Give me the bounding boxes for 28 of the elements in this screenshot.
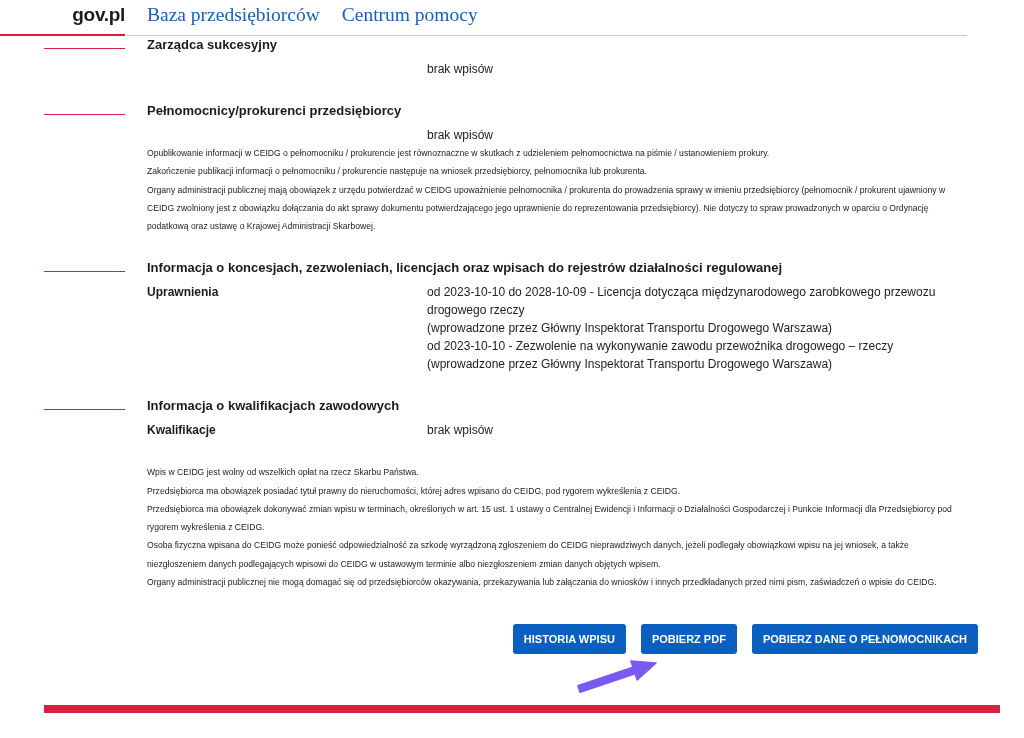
action-button[interactable]: HISTORIA WPISU [512,624,626,654]
field-value: (wprowadzone przez Główny Inspektorat Transportu Drogowego Warszawa) [427,320,834,338]
nav-link[interactable]: Baza przedsiębiorców [147,3,320,27]
field-value: (wprowadzone przez Główny Inspektorat Transportu Drogowego Warszawa) [427,356,834,374]
action-button[interactable]: POBIERZ PDF [640,624,737,654]
field-value: od 2023-10-10 - Zezwolenie na wykonywanie zawodu przewoźnika drogowego – rzeczy [427,338,895,356]
info-note: Opublikowanie informacji w CEIDG o pełnomocniku / prokurencie jest równoznaczne w skutkach z udzieleniem pełnomocnictwa na piśmie / ustanowieniem prokury. [147,147,771,160]
field-value: brak wpisów [427,422,495,440]
field-value: brak wpisów [427,61,495,78]
info-note: Organy administracji publicznej mają obowiązek z urzędu potwierdzać w CEIDG upoważnienie pełnomocnika / prokurenta do prowadzenia sprawy w imieniu przedsiębiorcy (pełnomocnik / prokurent ujawniony w CEIDG zwolniony jest z obowiązku dołączania do akt sprawy dokumentu potwierdzającego jego uprawnienie do reprezentowania przedsiębiorcy). Nie dotyczy to spraw prowadzonych w oparciu o Ordynację podatkową oraz ustawę o Krajowej Administracji Skarbowej. [147,183,947,233]
site-logo[interactable]: gov.pl [72,4,125,25]
field-label: Kwalifikacje [147,422,217,440]
info-note: Przedsiębiorca ma obowiązek dokonywać zmian wpisu w terminach, określonych w art. 15 ust. 1 ustawy o Centralnej Ewidencji i Informacji o Działalności Gospodarczej i Punkcie Informacji dla Przedsiębiorcy pod rygorem wykreślenia z CEIDG. [147,502,953,534]
field-value: brak wpisów [427,127,495,144]
action-button[interactable]: POBIERZ DANE O PEŁNOMOCNIKACH [751,624,978,654]
section-heading: Pełnomocnicy/prokurenci przedsiębiorcy [147,102,403,120]
info-note: Osoba fizyczna wpisana do CEIDG może ponieść odpowiedzialność za szkodę wyrządzoną zgłoszeniem do CEIDG nieprawdziwych danych, jeżeli podlegały obowiązkowi wpisu na jej wniosek, a także niezgłoszeniem danych podlegających wpisowi do CEIDG w ustawowym terminie albo niezgłoszeniem zmian danych objętych wpisem. [147,539,910,571]
info-note: Przedsiębiorca ma obowiązek posiadać tytuł prawny do nieruchomości, której adres wpisano do CEIDG, pod rygorem wykreślenia z CEIDG. [147,484,682,498]
section-heading: Zarządca sukcesyjny [147,36,279,54]
field-label: Uprawnienia [147,284,220,302]
info-note: Organy administracji publicznej nie mogą domagać się od przedsiębiorców okazywania, przekazywania lub załączania do wniosków i innych przedkładanych przed nimi pism, zaświadczeń o wpisie do CEIDG. [147,575,938,589]
arrow-icon [576,660,658,694]
section-heading: Informacja o koncesjach, zezwoleniach, licencjach oraz wpisach do rejestrów działalności regulowanej [147,259,784,278]
info-note: Zakończenie publikacji informacji o pełnomocniku / prokurencie następuje na wniosek przedsiębiorcy, pełnomocnika lub prokurenta. [147,165,648,179]
field-value: od 2023-10-10 do 2028-10-09 - Licencja dotycząca międzynarodowego zarobkowego przewozu drogowego rzeczy [427,284,937,320]
info-note: Wpis w CEIDG jest wolny od wszelkich opłat na rzecz Skarbu Państwa. [147,466,420,480]
nav-link[interactable]: Centrum pomocy [341,3,478,27]
section-heading: Informacja o kwalifikacjach zawodowych [147,397,401,416]
